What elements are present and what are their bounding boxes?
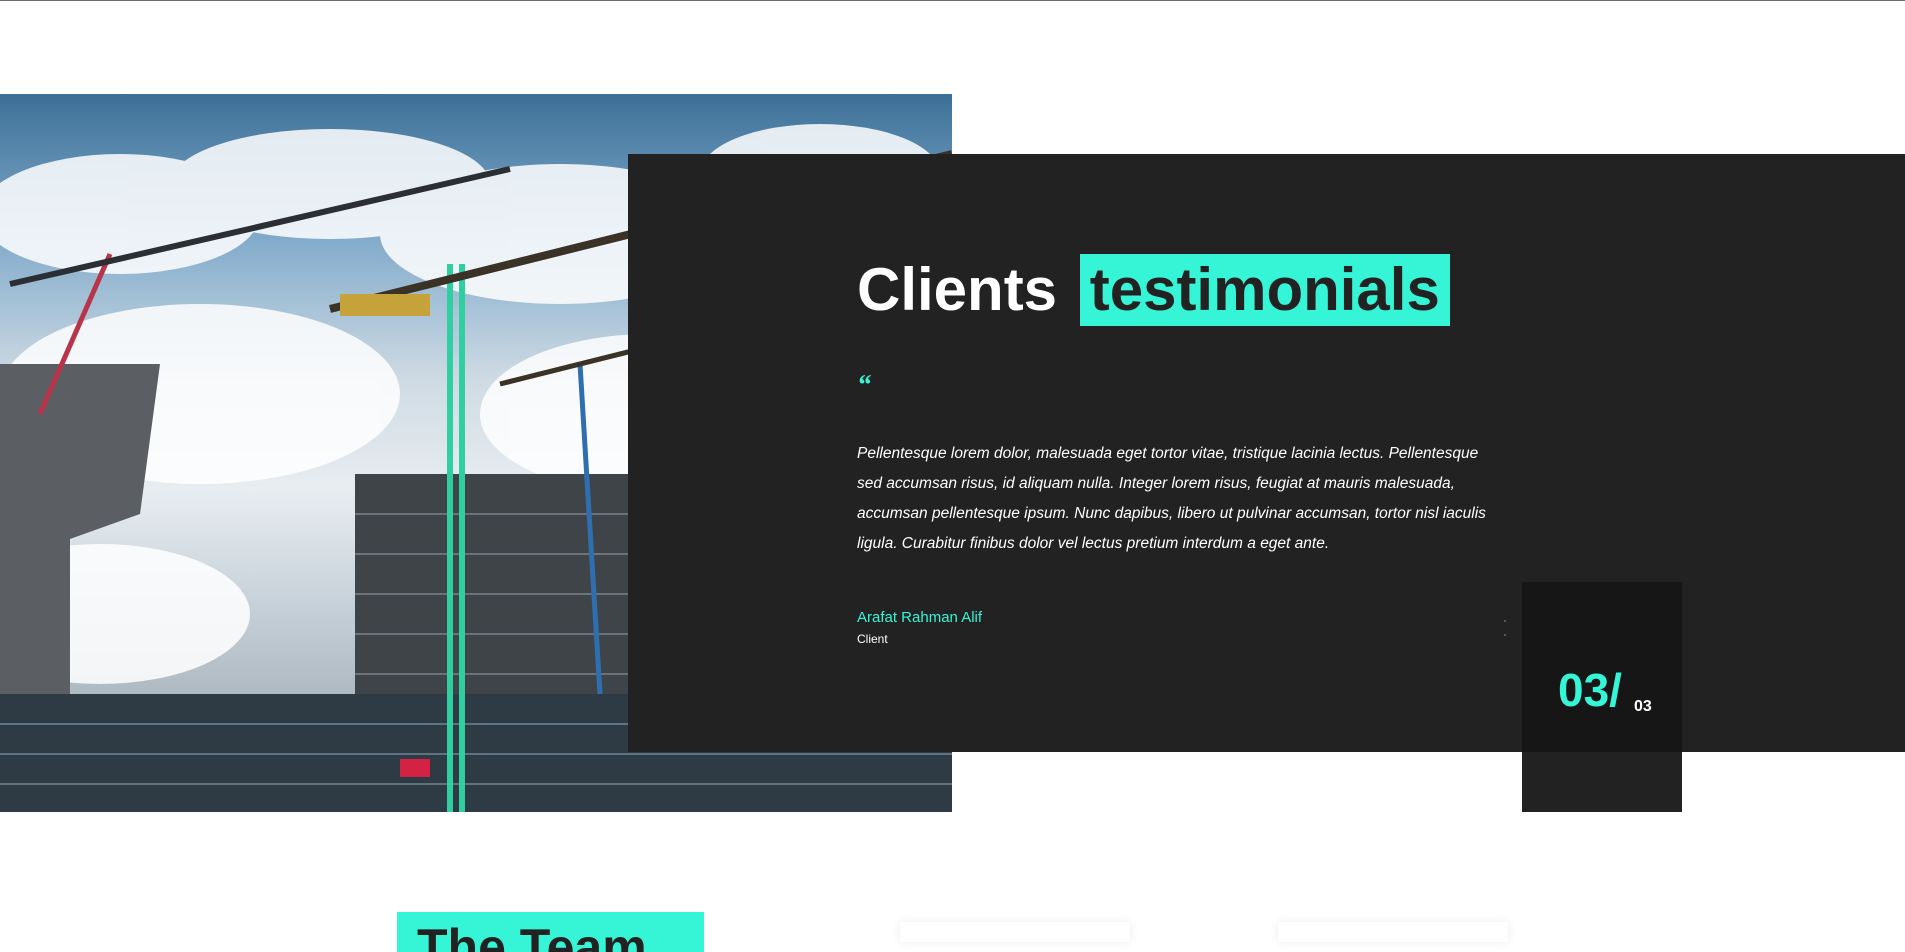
slider-dots[interactable] — [1504, 620, 1508, 648]
counter-lower-block — [1522, 752, 1682, 812]
slider-dot[interactable] — [1504, 634, 1506, 636]
team-card — [1278, 922, 1508, 942]
author-name: Arafat Rahman Alif — [857, 609, 983, 626]
testimonial-text: Pellentesque lorem dolor, malesuada eget… — [857, 445, 1486, 552]
slider-dot[interactable] — [1504, 620, 1506, 622]
counter-current: 03/ — [1558, 664, 1622, 716]
counter-total: 03 — [1634, 698, 1652, 715]
section-title-plain: Clients — [857, 256, 1058, 323]
team-section-title-text: The Team — [417, 919, 647, 952]
team-card — [900, 922, 1130, 942]
top-divider — [0, 0, 1905, 1]
slide-counter: 03/ 03 — [1522, 582, 1682, 812]
section-title: Clients testimonials — [857, 254, 1450, 326]
section-title-highlight: testimonials — [1079, 254, 1450, 326]
team-section-title: The Team — [397, 912, 704, 952]
author-role: Client — [857, 632, 888, 646]
quote-icon: “ — [857, 370, 871, 401]
